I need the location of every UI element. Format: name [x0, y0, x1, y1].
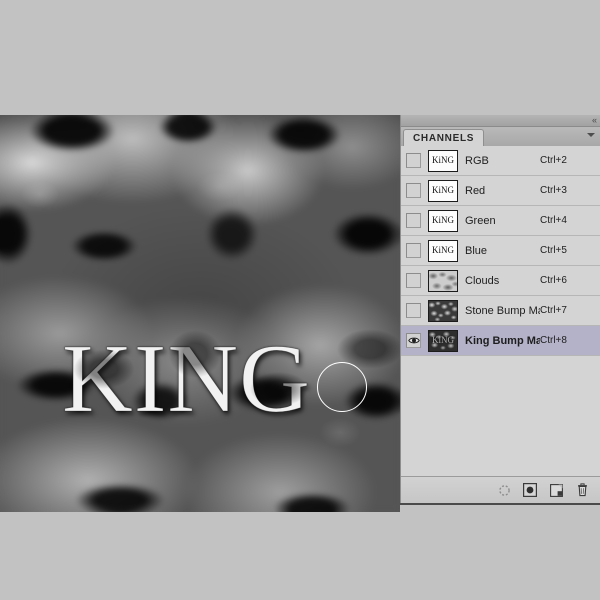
channel-thumbnail-image [428, 269, 458, 292]
channel-list[interactable]: KiNG RGB Ctrl+2 KiNG Red Ctrl+3 KiNG Green Ctrl+… [401, 146, 600, 477]
channel-row[interactable]: Clouds Ctrl+6 [401, 266, 600, 296]
channel-shortcut: Ctrl+7 [540, 305, 567, 316]
channel-thumbnail [426, 269, 460, 292]
channel-thumbnail-image: KiNG [428, 179, 458, 202]
channel-row[interactable]: KiNG Red Ctrl+3 [401, 176, 600, 206]
brush-cursor [317, 362, 367, 412]
channel-thumbnail: KiNG [426, 209, 460, 232]
channel-shortcut: Ctrl+3 [540, 185, 567, 196]
channel-row[interactable]: KiNG RGB Ctrl+2 [401, 146, 600, 176]
channel-row[interactable]: Stone Bump MapCtrl+7 [401, 296, 600, 326]
channel-shortcut: Ctrl+5 [540, 245, 567, 256]
panel-tab-bar: CHANNELS [401, 127, 600, 147]
channel-row[interactable]: KiNG Blue Ctrl+5 [401, 236, 600, 266]
channel-visibility-toggle[interactable] [401, 213, 426, 228]
channel-thumbnail-label: KiNG [432, 335, 454, 345]
channel-name[interactable]: King Bump Map [460, 335, 540, 347]
channel-visibility-toggle[interactable] [401, 273, 426, 288]
channel-thumbnail-image: KiNG [428, 239, 458, 262]
save-selection-as-channel-icon[interactable] [518, 479, 542, 501]
panel-title-bar[interactable]: « [401, 115, 600, 127]
channel-visibility-toggle[interactable] [401, 333, 426, 348]
channel-name[interactable]: RGB [460, 155, 540, 167]
tab-channels[interactable]: CHANNELS [403, 129, 485, 147]
eye-icon[interactable] [406, 333, 421, 348]
channel-name[interactable]: Clouds [460, 275, 540, 287]
photoshop-window: KING « CHANNELS KiNG RGB Ctrl+2 KiNG Red Ctrl… [0, 0, 600, 600]
load-channel-as-selection-icon[interactable] [492, 479, 516, 501]
panel-menu-arrow-icon[interactable] [587, 133, 595, 137]
channel-name[interactable]: Green [460, 215, 540, 227]
channel-name[interactable]: Blue [460, 245, 540, 257]
channel-thumbnail: KiNG [426, 149, 460, 172]
panel-bottom-edge [400, 503, 600, 505]
channel-shortcut: Ctrl+4 [540, 215, 567, 226]
channel-shortcut: Ctrl+2 [540, 155, 567, 166]
channel-row[interactable]: KiNG King Bump MapCtrl+8 [401, 326, 600, 356]
visibility-empty-icon[interactable] [406, 213, 421, 228]
collapse-to-icons-icon[interactable]: « [592, 115, 597, 126]
visibility-empty-icon[interactable] [406, 243, 421, 258]
visibility-empty-icon[interactable] [406, 183, 421, 198]
channel-name[interactable]: Stone Bump Map [460, 305, 540, 317]
channel-visibility-toggle[interactable] [401, 303, 426, 318]
document-canvas[interactable]: KING [0, 115, 400, 512]
channels-toolbar [401, 476, 600, 503]
channel-thumbnail-label: KiNG [432, 155, 454, 165]
visibility-empty-icon[interactable] [406, 153, 421, 168]
visibility-empty-icon[interactable] [406, 273, 421, 288]
channel-name[interactable]: Red [460, 185, 540, 197]
channels-panel: « CHANNELS KiNG RGB Ctrl+2 KiNG Red Ctrl+3 KiN… [400, 115, 600, 503]
new-channel-icon[interactable] [544, 479, 568, 501]
delete-channel-icon[interactable] [570, 479, 594, 501]
visibility-empty-icon[interactable] [406, 303, 421, 318]
channel-thumbnail: KiNG [426, 179, 460, 202]
clouds-highlight-layer [0, 115, 400, 512]
channel-visibility-toggle[interactable] [401, 243, 426, 258]
channel-thumbnail-image [428, 299, 458, 322]
channel-thumbnail-label: KiNG [432, 185, 454, 195]
channel-visibility-toggle[interactable] [401, 183, 426, 198]
channel-thumbnail: KiNG [426, 329, 460, 352]
channel-shortcut: Ctrl+8 [540, 335, 567, 346]
channel-thumbnail-image: KiNG [428, 329, 458, 352]
channel-thumbnail-image: KiNG [428, 149, 458, 172]
channel-thumbnail [426, 299, 460, 322]
channel-shortcut: Ctrl+6 [540, 275, 567, 286]
channel-thumbnail-label: KiNG [432, 245, 454, 255]
channel-thumbnail-label: KiNG [432, 215, 454, 225]
channel-row[interactable]: KiNG Green Ctrl+4 [401, 206, 600, 236]
channel-thumbnail-image: KiNG [428, 209, 458, 232]
channel-visibility-toggle[interactable] [401, 153, 426, 168]
channel-thumbnail: KiNG [426, 239, 460, 262]
